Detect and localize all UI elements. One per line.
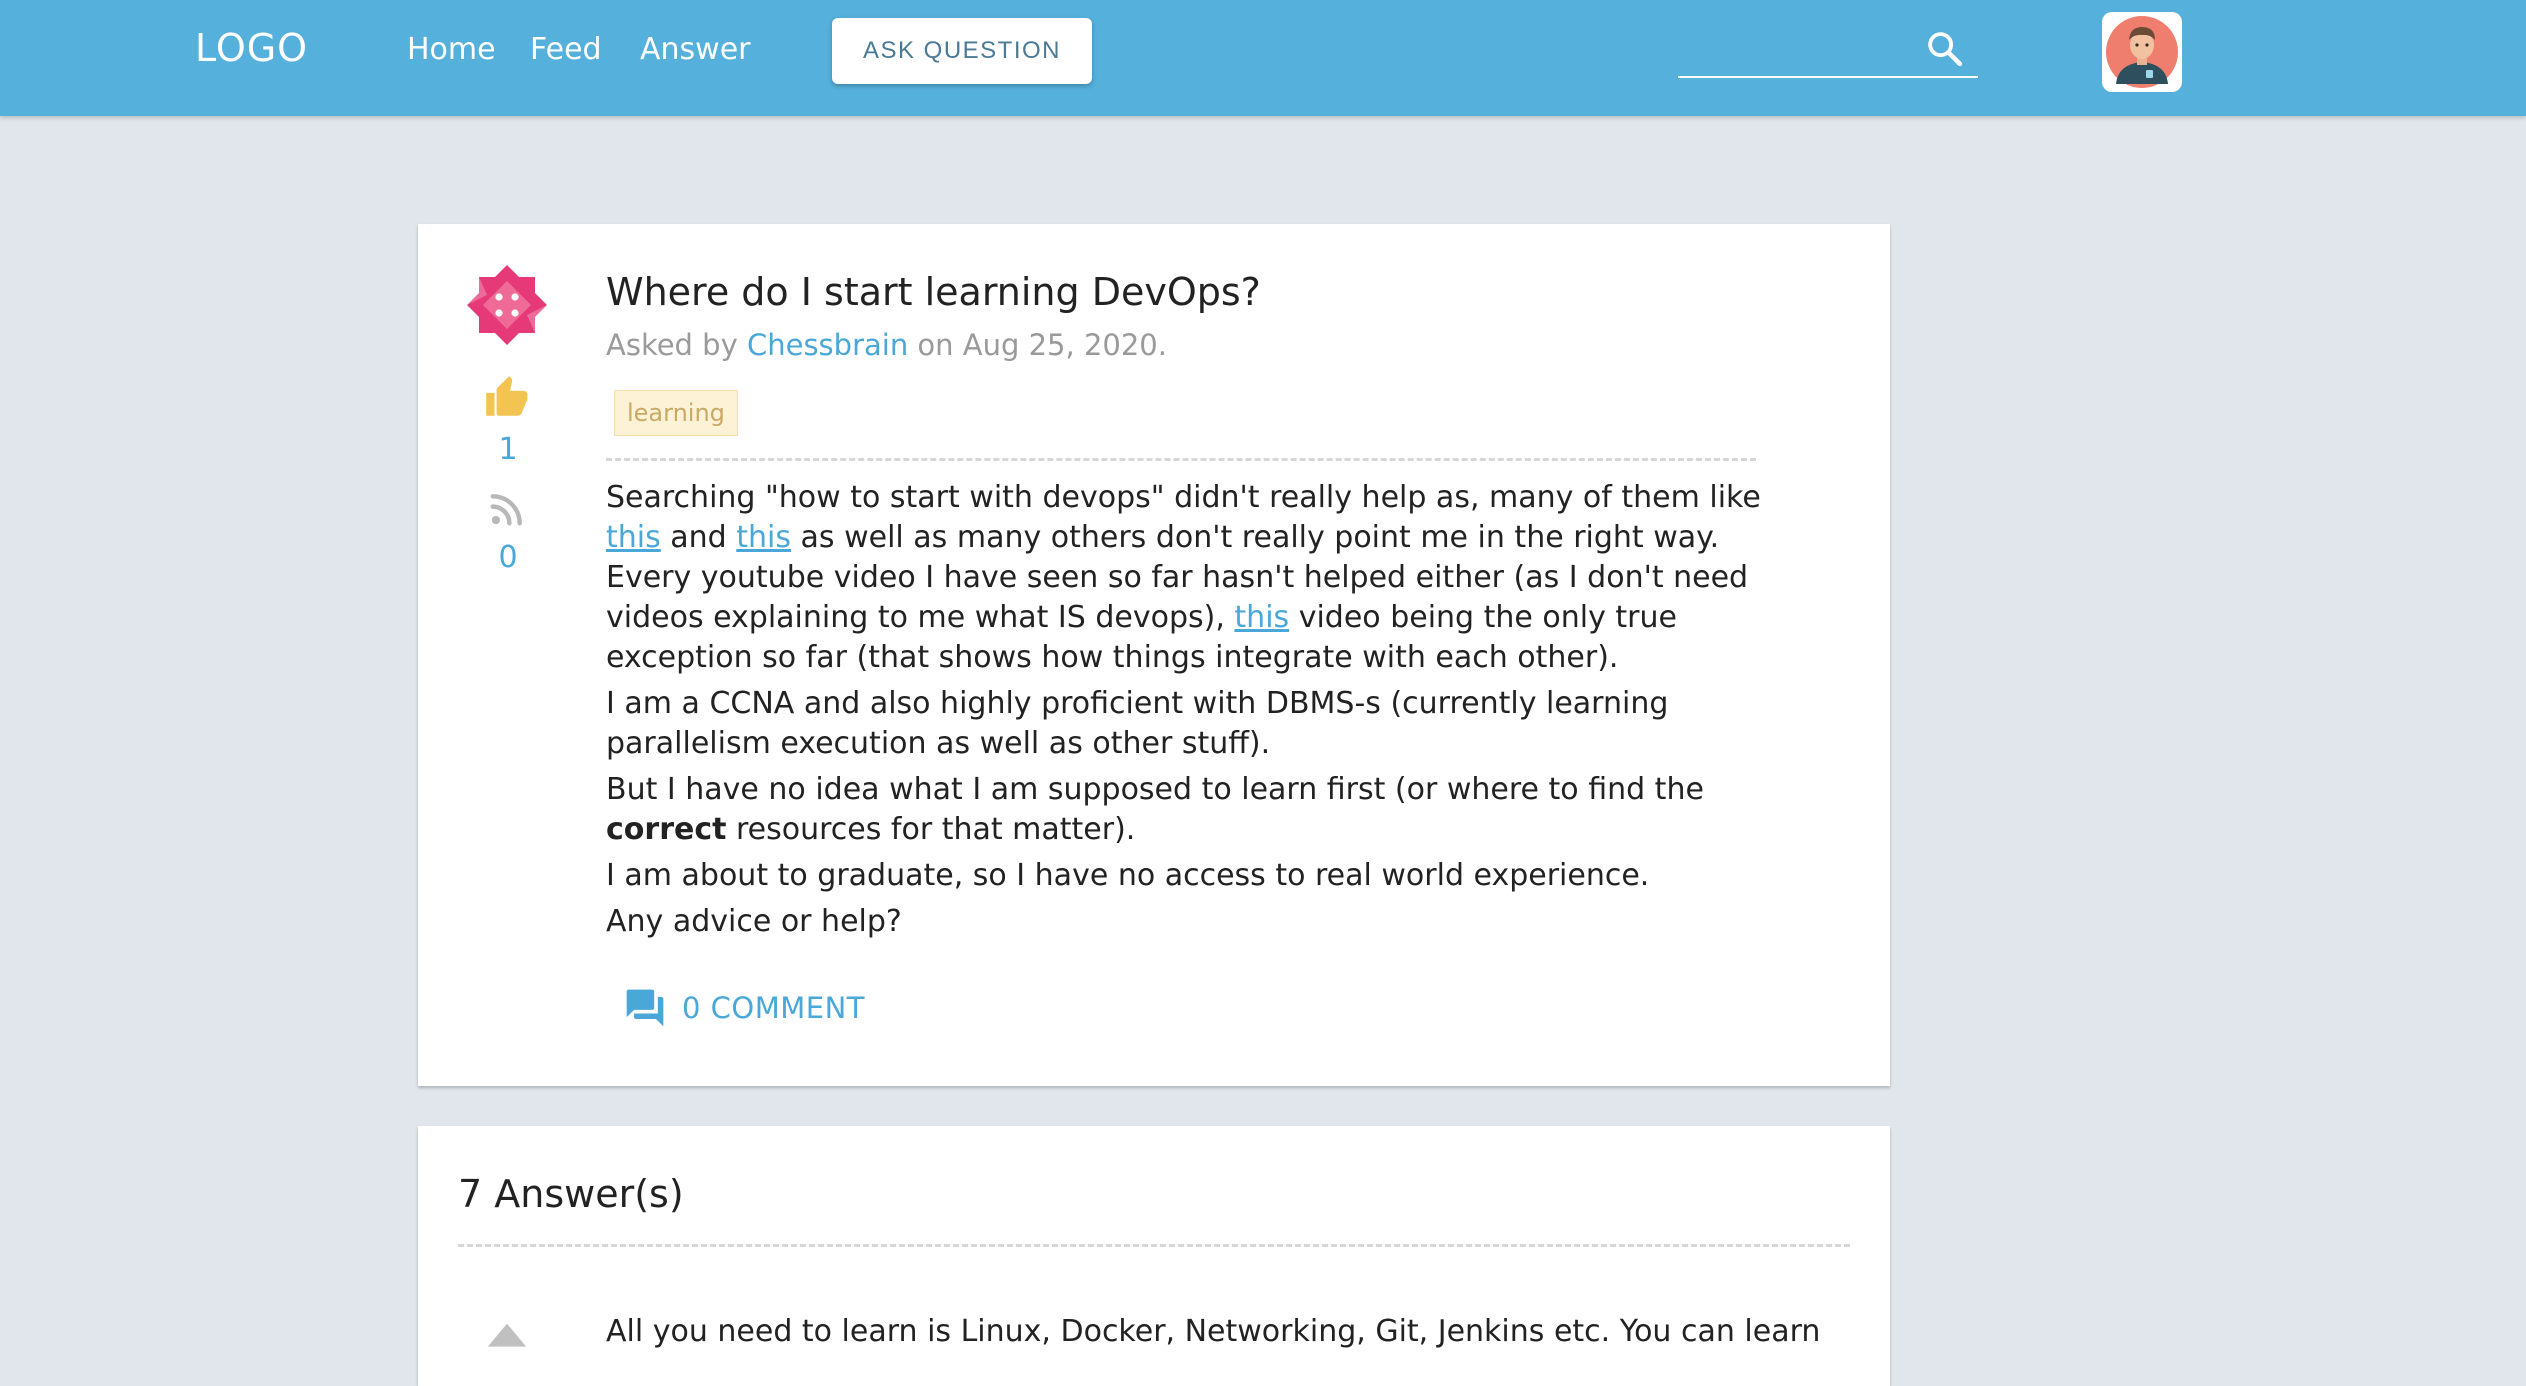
comment-count-label: 0 COMMENT — [682, 991, 866, 1025]
answers-card: 7 Answer(s) All you need to learn is Lin… — [418, 1126, 1890, 1386]
divider — [606, 458, 1756, 461]
comment-icon — [626, 989, 664, 1027]
author-link[interactable]: Chessbrain — [747, 328, 908, 362]
search-input[interactable] — [1678, 22, 1918, 76]
body-paragraph: Any advice or help? — [606, 904, 902, 939]
divider — [458, 1244, 1850, 1247]
tag-learning[interactable]: learning — [614, 390, 738, 436]
link-this-1[interactable]: this — [606, 520, 661, 555]
answer-upvote-icon[interactable] — [484, 1316, 530, 1362]
user-avatar[interactable] — [2102, 12, 2182, 92]
body-paragraph: I am a CCNA and also highly proficient w… — [606, 686, 1669, 761]
question-body: Searching "how to start with devops" did… — [606, 478, 1786, 948]
author-avatar[interactable] — [466, 264, 548, 346]
logo[interactable]: LOGO — [195, 26, 308, 70]
link-this-3[interactable]: this — [1234, 600, 1289, 635]
body-paragraph: I am about to graduate, so I have no acc… — [606, 858, 1650, 893]
question-card: 1 0 Where do I start learning DevOps? As… — [418, 224, 1890, 1086]
top-navbar: LOGO Home Feed Answer ASK QUESTION — [0, 0, 2526, 116]
nav-home[interactable]: Home — [407, 32, 496, 67]
vote-count: 1 — [498, 432, 518, 467]
rss-follow-icon[interactable] — [488, 490, 526, 528]
nav-feed[interactable]: Feed — [530, 32, 602, 67]
link-this-2[interactable]: this — [736, 520, 791, 555]
body-paragraph: But I have no idea what I am supposed to… — [606, 772, 1704, 847]
ask-question-button[interactable]: ASK QUESTION — [832, 18, 1092, 84]
comment-button[interactable]: 0 COMMENT — [622, 986, 865, 1030]
upvote-thumb-icon[interactable] — [482, 372, 532, 422]
answers-heading: 7 Answer(s) — [458, 1172, 684, 1216]
search-bar — [1678, 22, 1978, 78]
asked-by-label: Asked by — [606, 328, 747, 362]
follow-count: 0 — [498, 540, 518, 575]
user-avatar-icon — [2106, 16, 2178, 88]
answer-text: All you need to learn is Linux, Docker, … — [606, 1314, 1821, 1349]
nav-answer[interactable]: Answer — [640, 32, 751, 67]
body-paragraph: Searching "how to start with devops" did… — [606, 480, 1761, 675]
search-icon[interactable] — [1924, 28, 1966, 70]
asked-date: on Aug 25, 2020. — [908, 328, 1167, 362]
question-meta: Asked by Chessbrain on Aug 25, 2020. — [606, 328, 1167, 362]
question-title: Where do I start learning DevOps? — [606, 270, 1261, 314]
